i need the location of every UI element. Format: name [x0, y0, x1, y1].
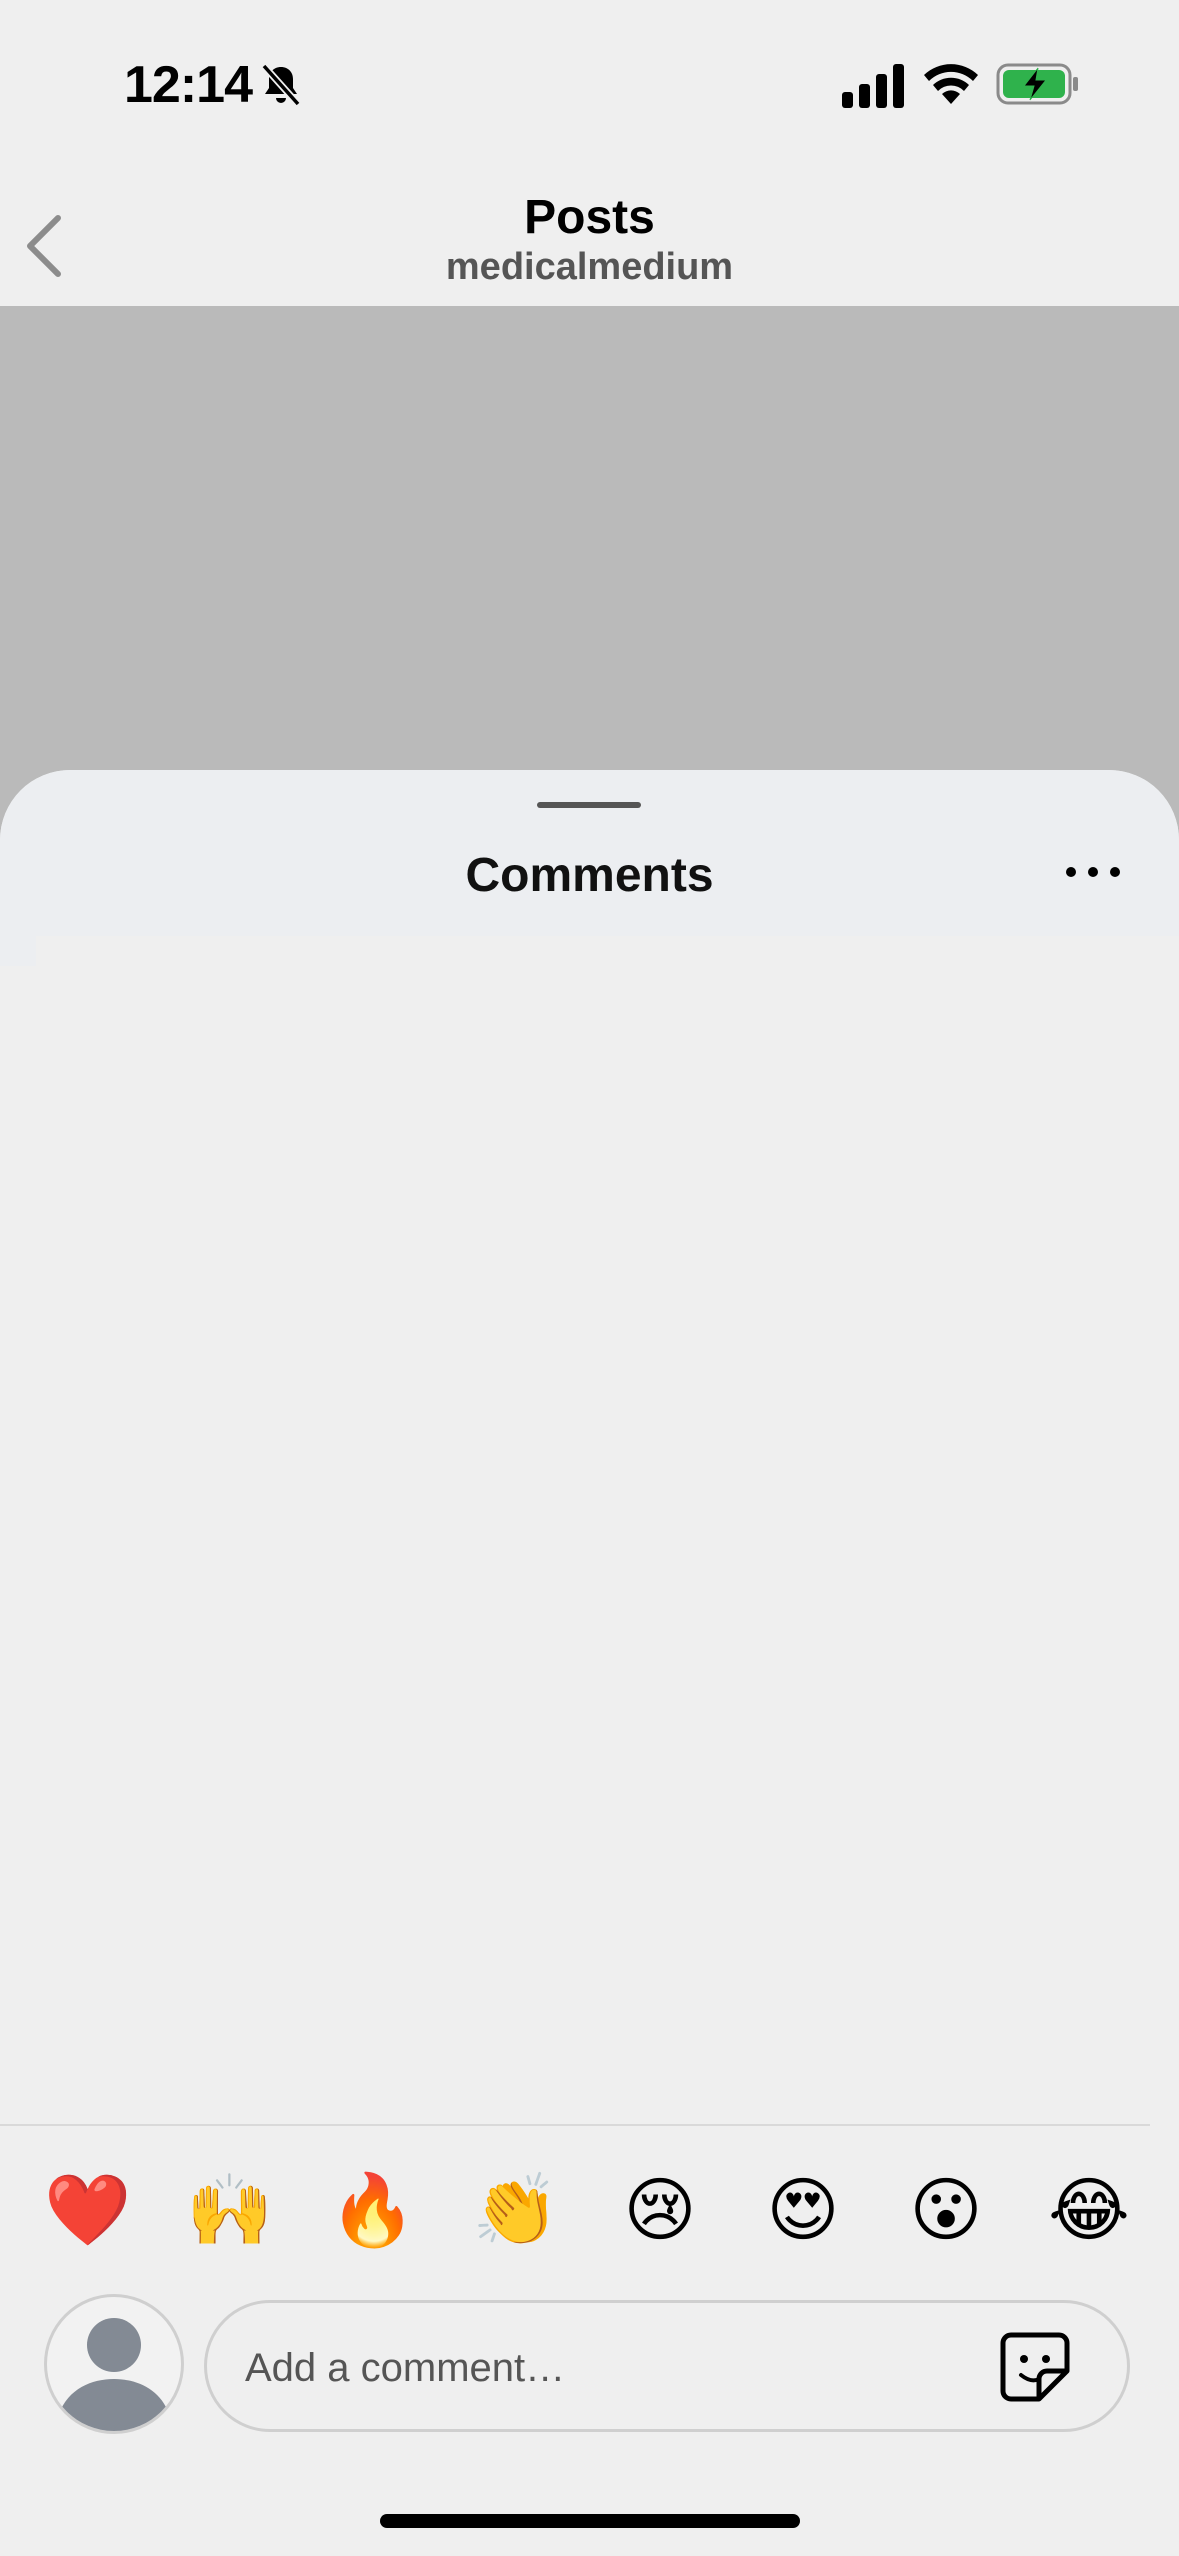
status-time: 12:14	[124, 56, 253, 114]
home-indicator[interactable]	[380, 2514, 800, 2528]
comments-list[interactable]	[0, 936, 1150, 2226]
emoji-raising-hands[interactable]: 🙌	[180, 2160, 280, 2260]
wifi-icon	[924, 64, 978, 104]
sheet-grabber[interactable]	[537, 802, 641, 808]
default-avatar-icon	[55, 2318, 173, 2431]
user-avatar[interactable]	[44, 2294, 184, 2434]
sheet-title: Comments	[465, 849, 714, 902]
emoji-fire[interactable]: 🔥	[323, 2160, 423, 2260]
comments-sheet: Comments ❤️ 🙌 🔥 👏 😢 😍 😮 😂	[0, 770, 1179, 2556]
screen: 12:14 Posts medicalmedium Comments ❤️ 🙌 …	[0, 0, 1179, 2556]
page-title: Posts	[524, 191, 655, 244]
emoji-surprised-face[interactable]: 😮	[896, 2160, 996, 2260]
cellular-signal-icon	[842, 64, 904, 108]
page-subtitle[interactable]: medicalmedium	[0, 246, 1179, 289]
battery-charging-icon	[996, 63, 1078, 105]
more-horizontal-icon[interactable]	[1060, 860, 1126, 884]
sticker-icon[interactable]	[997, 2329, 1073, 2405]
comment-input[interactable]	[245, 2333, 945, 2403]
divider	[0, 2124, 1150, 2126]
emoji-heart-eyes[interactable]: 😍	[753, 2160, 853, 2260]
emoji-tears-of-joy[interactable]: 😂	[1039, 2160, 1139, 2260]
emoji-reaction-bar: ❤️ 🙌 🔥 👏 😢 😍 😮 😂	[0, 2160, 1179, 2260]
emoji-clapping-hands[interactable]: 👏	[466, 2160, 566, 2260]
comment-field[interactable]	[204, 2300, 1130, 2432]
nav-header: Posts medicalmedium	[0, 150, 1179, 306]
emoji-red-heart[interactable]: ❤️	[38, 2160, 138, 2260]
bell-slash-icon	[261, 63, 301, 107]
status-bar: 12:14	[0, 0, 1179, 150]
emoji-crying-face[interactable]: 😢	[610, 2160, 710, 2260]
